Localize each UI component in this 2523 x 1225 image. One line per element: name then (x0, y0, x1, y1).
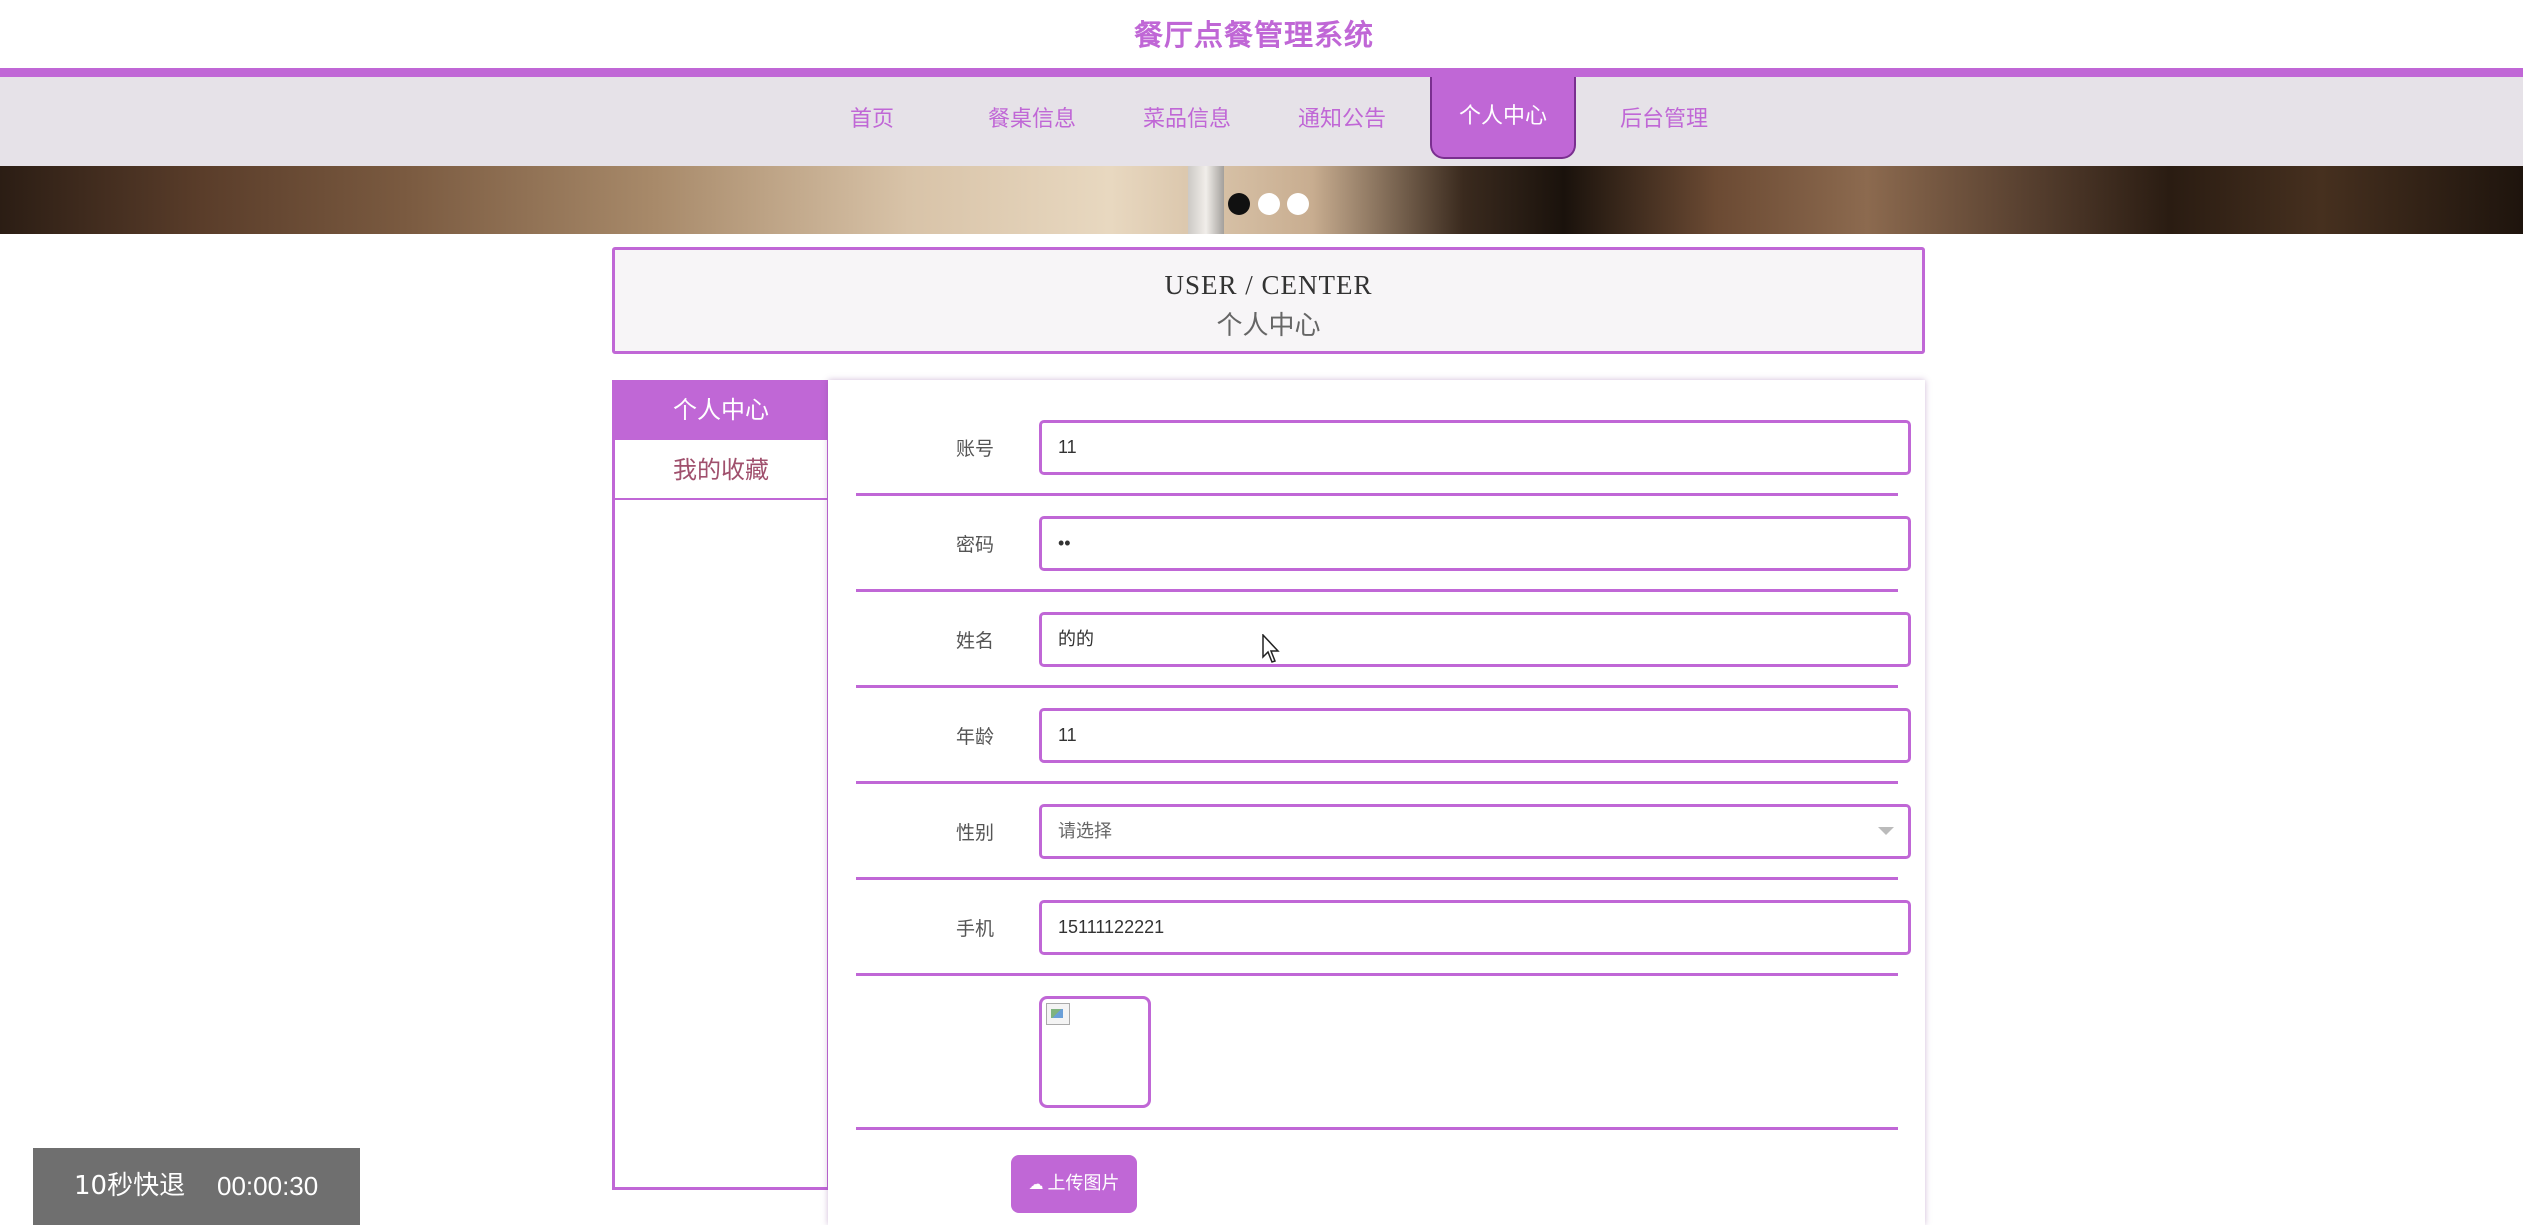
phone-label: 手机 (955, 918, 994, 940)
age-input[interactable]: 11 (1039, 708, 1911, 763)
upload-image-button[interactable]: ☁ 上传图片 (1011, 1155, 1137, 1213)
nav-item-tables[interactable]: 餐桌信息 (978, 77, 1086, 166)
form-row-avatar (856, 976, 1898, 1130)
gender-label: 性别 (955, 822, 994, 844)
gender-select[interactable]: 请选择 (1039, 804, 1911, 859)
carousel-dot-1[interactable] (1228, 193, 1250, 215)
nav-item-dishes[interactable]: 菜品信息 (1133, 77, 1241, 166)
form-row-password: 密码 •• (856, 496, 1911, 592)
banner-carousel (0, 166, 2523, 234)
form-row-name: 姓名 的的 (856, 592, 1911, 688)
carousel-dot-2[interactable] (1258, 193, 1280, 215)
avatar-preview (1039, 996, 1151, 1108)
account-label: 账号 (955, 438, 994, 460)
video-timestamp: 00:00:30 (217, 1171, 319, 1201)
banner-image-detail (1188, 166, 1224, 234)
carousel-dot-3[interactable] (1287, 193, 1309, 215)
form-row-phone: 手机 15111122221 (856, 880, 1911, 976)
nav-item-user-center[interactable]: 个人中心 (1430, 77, 1576, 159)
profile-form-panel: 账号 11 密码 •• 姓名 的的 年龄 11 性别 请选择 手机 151111… (828, 380, 1925, 1225)
broken-image-icon (1046, 1003, 1070, 1025)
mouse-cursor-icon (1262, 634, 1280, 663)
section-heading: USER / CENTER 个人中心 (612, 247, 1925, 354)
chevron-down-icon (1878, 827, 1894, 835)
section-title-cn: 个人中心 (1216, 311, 1321, 340)
age-label: 年龄 (955, 726, 994, 748)
nav-item-home[interactable]: 首页 (832, 77, 912, 166)
section-title-en: USER / CENTER (1164, 270, 1373, 300)
name-input[interactable]: 的的 (1039, 612, 1911, 667)
password-input[interactable]: •• (1039, 516, 1911, 571)
video-overlay: 10秒快退 00:00:30 (33, 1148, 360, 1225)
cloud-upload-icon: ☁ (1028, 1175, 1044, 1193)
rewind-10s-button[interactable]: 10秒快退 (74, 1148, 185, 1225)
account-input[interactable]: 11 (1039, 420, 1911, 475)
name-label: 姓名 (955, 630, 994, 652)
phone-input[interactable]: 15111122221 (1039, 900, 1911, 955)
upload-button-label: 上传图片 (1047, 1173, 1120, 1194)
site-title: 餐厅点餐管理系统 (1133, 18, 1374, 52)
gender-select-value: 请选择 (1058, 821, 1112, 841)
form-row-gender: 性别 请选择 (856, 784, 1911, 880)
password-label: 密码 (955, 534, 994, 556)
sidebar-item-favorites[interactable]: 我的收藏 (615, 440, 827, 500)
main-nav: 首页 餐桌信息 菜品信息 通知公告 个人中心 后台管理 (0, 68, 2523, 166)
form-row-age: 年龄 11 (856, 688, 1911, 784)
form-row-account: 账号 11 (856, 380, 1911, 496)
site-header: 餐厅点餐管理系统 (0, 0, 2523, 68)
sidebar-item-user-center[interactable]: 个人中心 (615, 380, 827, 440)
nav-item-notices[interactable]: 通知公告 (1288, 77, 1396, 166)
nav-item-admin[interactable]: 后台管理 (1610, 77, 1718, 166)
sidebar: 个人中心 我的收藏 (612, 380, 830, 1190)
